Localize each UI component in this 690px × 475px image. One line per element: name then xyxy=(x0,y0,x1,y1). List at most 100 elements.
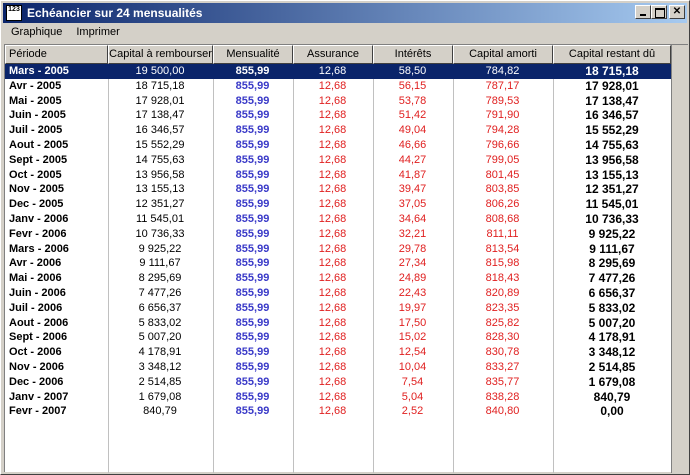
table-row[interactable]: Juil - 2006 6 656,37 855,99 12,68 19,97 823,3… xyxy=(5,301,671,316)
table-row[interactable]: Avr - 2006 9 111,67 855,99 12,68 27,34 815,98… xyxy=(5,256,671,271)
table-cell: 0,00 xyxy=(600,404,624,419)
table-cell: 12,68 xyxy=(318,287,347,299)
table-cell: Fevr - 2006 xyxy=(9,227,67,240)
table-cell: 11 545,01 xyxy=(585,197,639,212)
table-row[interactable]: Oct - 2005 13 956,58 855,99 12,68 41,87 801,4… xyxy=(5,168,671,183)
table-cell: Juil - 2006 xyxy=(9,301,63,314)
table-header: Période Capital à rembourser Mensualité … xyxy=(5,45,689,64)
table-row[interactable]: Fevr - 2006 10 736,33 855,99 12,68 32,21 811,… xyxy=(5,227,671,242)
table-cell: 12,54 xyxy=(398,346,427,359)
table-row[interactable]: Oct - 2006 4 178,91 855,99 12,68 12,54 830,78… xyxy=(5,345,671,360)
calculator-app-icon[interactable]: 123 xyxy=(6,5,22,21)
menu-graphique[interactable]: Graphique xyxy=(3,24,68,42)
col-header-periode[interactable]: Période xyxy=(5,45,108,64)
table-row[interactable]: Mai - 2006 8 295,69 855,99 12,68 24,89 818,43… xyxy=(5,271,671,286)
table-cell: 46,66 xyxy=(398,139,427,151)
table-row[interactable]: Aout - 2005 15 552,29 855,99 12,68 46,66 796,… xyxy=(5,138,671,153)
table-cell: 784,82 xyxy=(485,65,520,77)
table-cell: 6 656,37 xyxy=(138,301,182,314)
table-cell: 2 514,85 xyxy=(138,375,182,388)
table-cell: 799,05 xyxy=(485,153,520,166)
table-cell: 24,89 xyxy=(398,272,427,285)
table-cell: Nov - 2005 xyxy=(9,183,65,196)
table-cell: Juil - 2005 xyxy=(9,124,63,137)
table-cell: 5 833,02 xyxy=(138,316,182,329)
col-header-interets[interactable]: Intérêts xyxy=(373,45,453,64)
table-row[interactable]: Nov - 2006 3 348,12 855,99 12,68 10,04 833,27… xyxy=(5,360,671,375)
table-cell: 803,85 xyxy=(485,183,520,196)
table-cell: 7 477,26 xyxy=(588,271,636,286)
table-row[interactable]: Sept - 2005 14 755,63 855,99 12,68 44,27 799,… xyxy=(5,153,671,168)
table-cell: 12,68 xyxy=(318,198,347,211)
schedule-table[interactable]: Période Capital à rembourser Mensualité … xyxy=(4,44,689,473)
table-cell: 32,21 xyxy=(398,227,427,240)
table-cell: 855,99 xyxy=(235,301,270,314)
table-row[interactable]: Janv - 2006 11 545,01 855,99 12,68 34,64 808,… xyxy=(5,212,671,227)
table-cell: 16 346,57 xyxy=(135,124,185,137)
table-cell: 7 477,26 xyxy=(138,287,182,299)
table-row[interactable]: Juin - 2005 17 138,47 855,99 12,68 51,42 791,… xyxy=(5,108,671,123)
table-cell: 9 111,67 xyxy=(589,241,635,256)
minimize-button[interactable] xyxy=(635,5,651,19)
table-cell: 12,68 xyxy=(318,124,347,137)
table-cell: 855,99 xyxy=(235,331,270,344)
col-header-capital-a-rembourser[interactable]: Capital à rembourser xyxy=(108,45,213,64)
table-row[interactable]: Mars - 2006 9 925,22 855,99 12,68 29,78 813,5… xyxy=(5,242,671,257)
close-button[interactable]: ✕ xyxy=(669,5,685,19)
table-cell: 818,43 xyxy=(485,272,520,285)
table-row[interactable]: Aout - 2006 5 833,02 855,99 12,68 17,50 825,8… xyxy=(5,316,671,331)
table-cell: 13 956,58 xyxy=(585,152,639,167)
table-cell: 5 007,20 xyxy=(138,331,182,344)
table-cell: 17 928,01 xyxy=(585,78,639,93)
table-cell: 12,68 xyxy=(318,405,347,418)
table-row[interactable]: Dec - 2005 12 351,27 855,99 12,68 37,05 806,2… xyxy=(5,197,671,212)
table-cell: 8 295,69 xyxy=(138,272,182,285)
col-header-capital-amorti[interactable]: Capital amorti xyxy=(453,45,553,64)
table-cell: 12,68 xyxy=(318,390,347,403)
table-cell: 9 925,22 xyxy=(138,242,182,255)
table-row[interactable]: Janv - 2007 1 679,08 855,99 12,68 5,04 838,28… xyxy=(5,390,671,405)
table-cell: 789,53 xyxy=(485,94,520,107)
table-cell: 825,82 xyxy=(485,316,520,329)
table-cell: 13 155,13 xyxy=(135,183,185,196)
table-row[interactable]: Juin - 2006 7 477,26 855,99 12,68 22,43 820,8… xyxy=(5,286,671,301)
table-cell: 3 348,12 xyxy=(138,361,182,373)
table-cell: 12,68 xyxy=(318,361,347,373)
table-row[interactable]: Avr - 2005 18 715,18 855,99 12,68 56,15 787,1… xyxy=(5,79,671,94)
maximize-button[interactable] xyxy=(651,5,667,19)
table-cell: 9 925,22 xyxy=(588,226,636,241)
table-row[interactable]: Mars - 2005 19 500,00 855,99 12,68 58,50 784,… xyxy=(5,64,671,79)
close-icon: ✕ xyxy=(672,6,682,17)
table-row[interactable]: Juil - 2005 16 346,57 855,99 12,68 49,04 794,… xyxy=(5,123,671,138)
table-row[interactable]: Sept - 2006 5 007,20 855,99 12,68 15,02 828,3… xyxy=(5,330,671,345)
table-row[interactable]: Dec - 2006 2 514,85 855,99 12,68 7,54 835,77 1… xyxy=(5,375,671,390)
table-cell: Nov - 2006 xyxy=(9,361,65,373)
table-cell: 855,99 xyxy=(235,405,270,418)
menu-imprimer[interactable]: Imprimer xyxy=(68,24,125,42)
col-header-assurance[interactable]: Assurance xyxy=(293,45,373,64)
table-cell: 5 007,20 xyxy=(588,315,636,330)
table-cell: 855,99 xyxy=(235,375,270,388)
table-cell: 840,79 xyxy=(143,405,177,418)
col-header-capital-restant-du[interactable]: Capital restant dû xyxy=(553,45,671,64)
table-cell: 17 928,01 xyxy=(135,94,185,107)
table-cell: 855,99 xyxy=(235,213,270,225)
app-icon-label: 123 xyxy=(8,6,20,13)
table-cell: 12,68 xyxy=(318,242,347,255)
table-cell: 12,68 xyxy=(318,94,347,107)
table-cell: 5 833,02 xyxy=(588,300,636,315)
table-cell: 815,98 xyxy=(485,257,520,270)
table-cell: 12,68 xyxy=(318,109,347,122)
window-controls: ✕ xyxy=(633,5,685,21)
table-cell: 791,90 xyxy=(485,109,520,122)
title-bar[interactable]: 123 Echéancier sur 24 mensualités ✕ xyxy=(3,3,687,23)
table-cell: 830,78 xyxy=(485,346,520,359)
table-row[interactable]: Nov - 2005 13 155,13 855,99 12,68 39,47 803,8… xyxy=(5,182,671,197)
table-row[interactable]: Mai - 2005 17 928,01 855,99 12,68 53,78 789,5… xyxy=(5,94,671,109)
col-header-mensualite[interactable]: Mensualité xyxy=(213,45,293,64)
table-row[interactable]: Fevr - 2007 840,79 855,99 12,68 2,52 840,80 0,… xyxy=(5,404,671,419)
vertical-scrollbar[interactable] xyxy=(671,45,689,473)
table-cell: 12,68 xyxy=(318,346,347,359)
table-cell: 12,68 xyxy=(318,79,347,92)
table-cell: 855,99 xyxy=(235,168,270,181)
